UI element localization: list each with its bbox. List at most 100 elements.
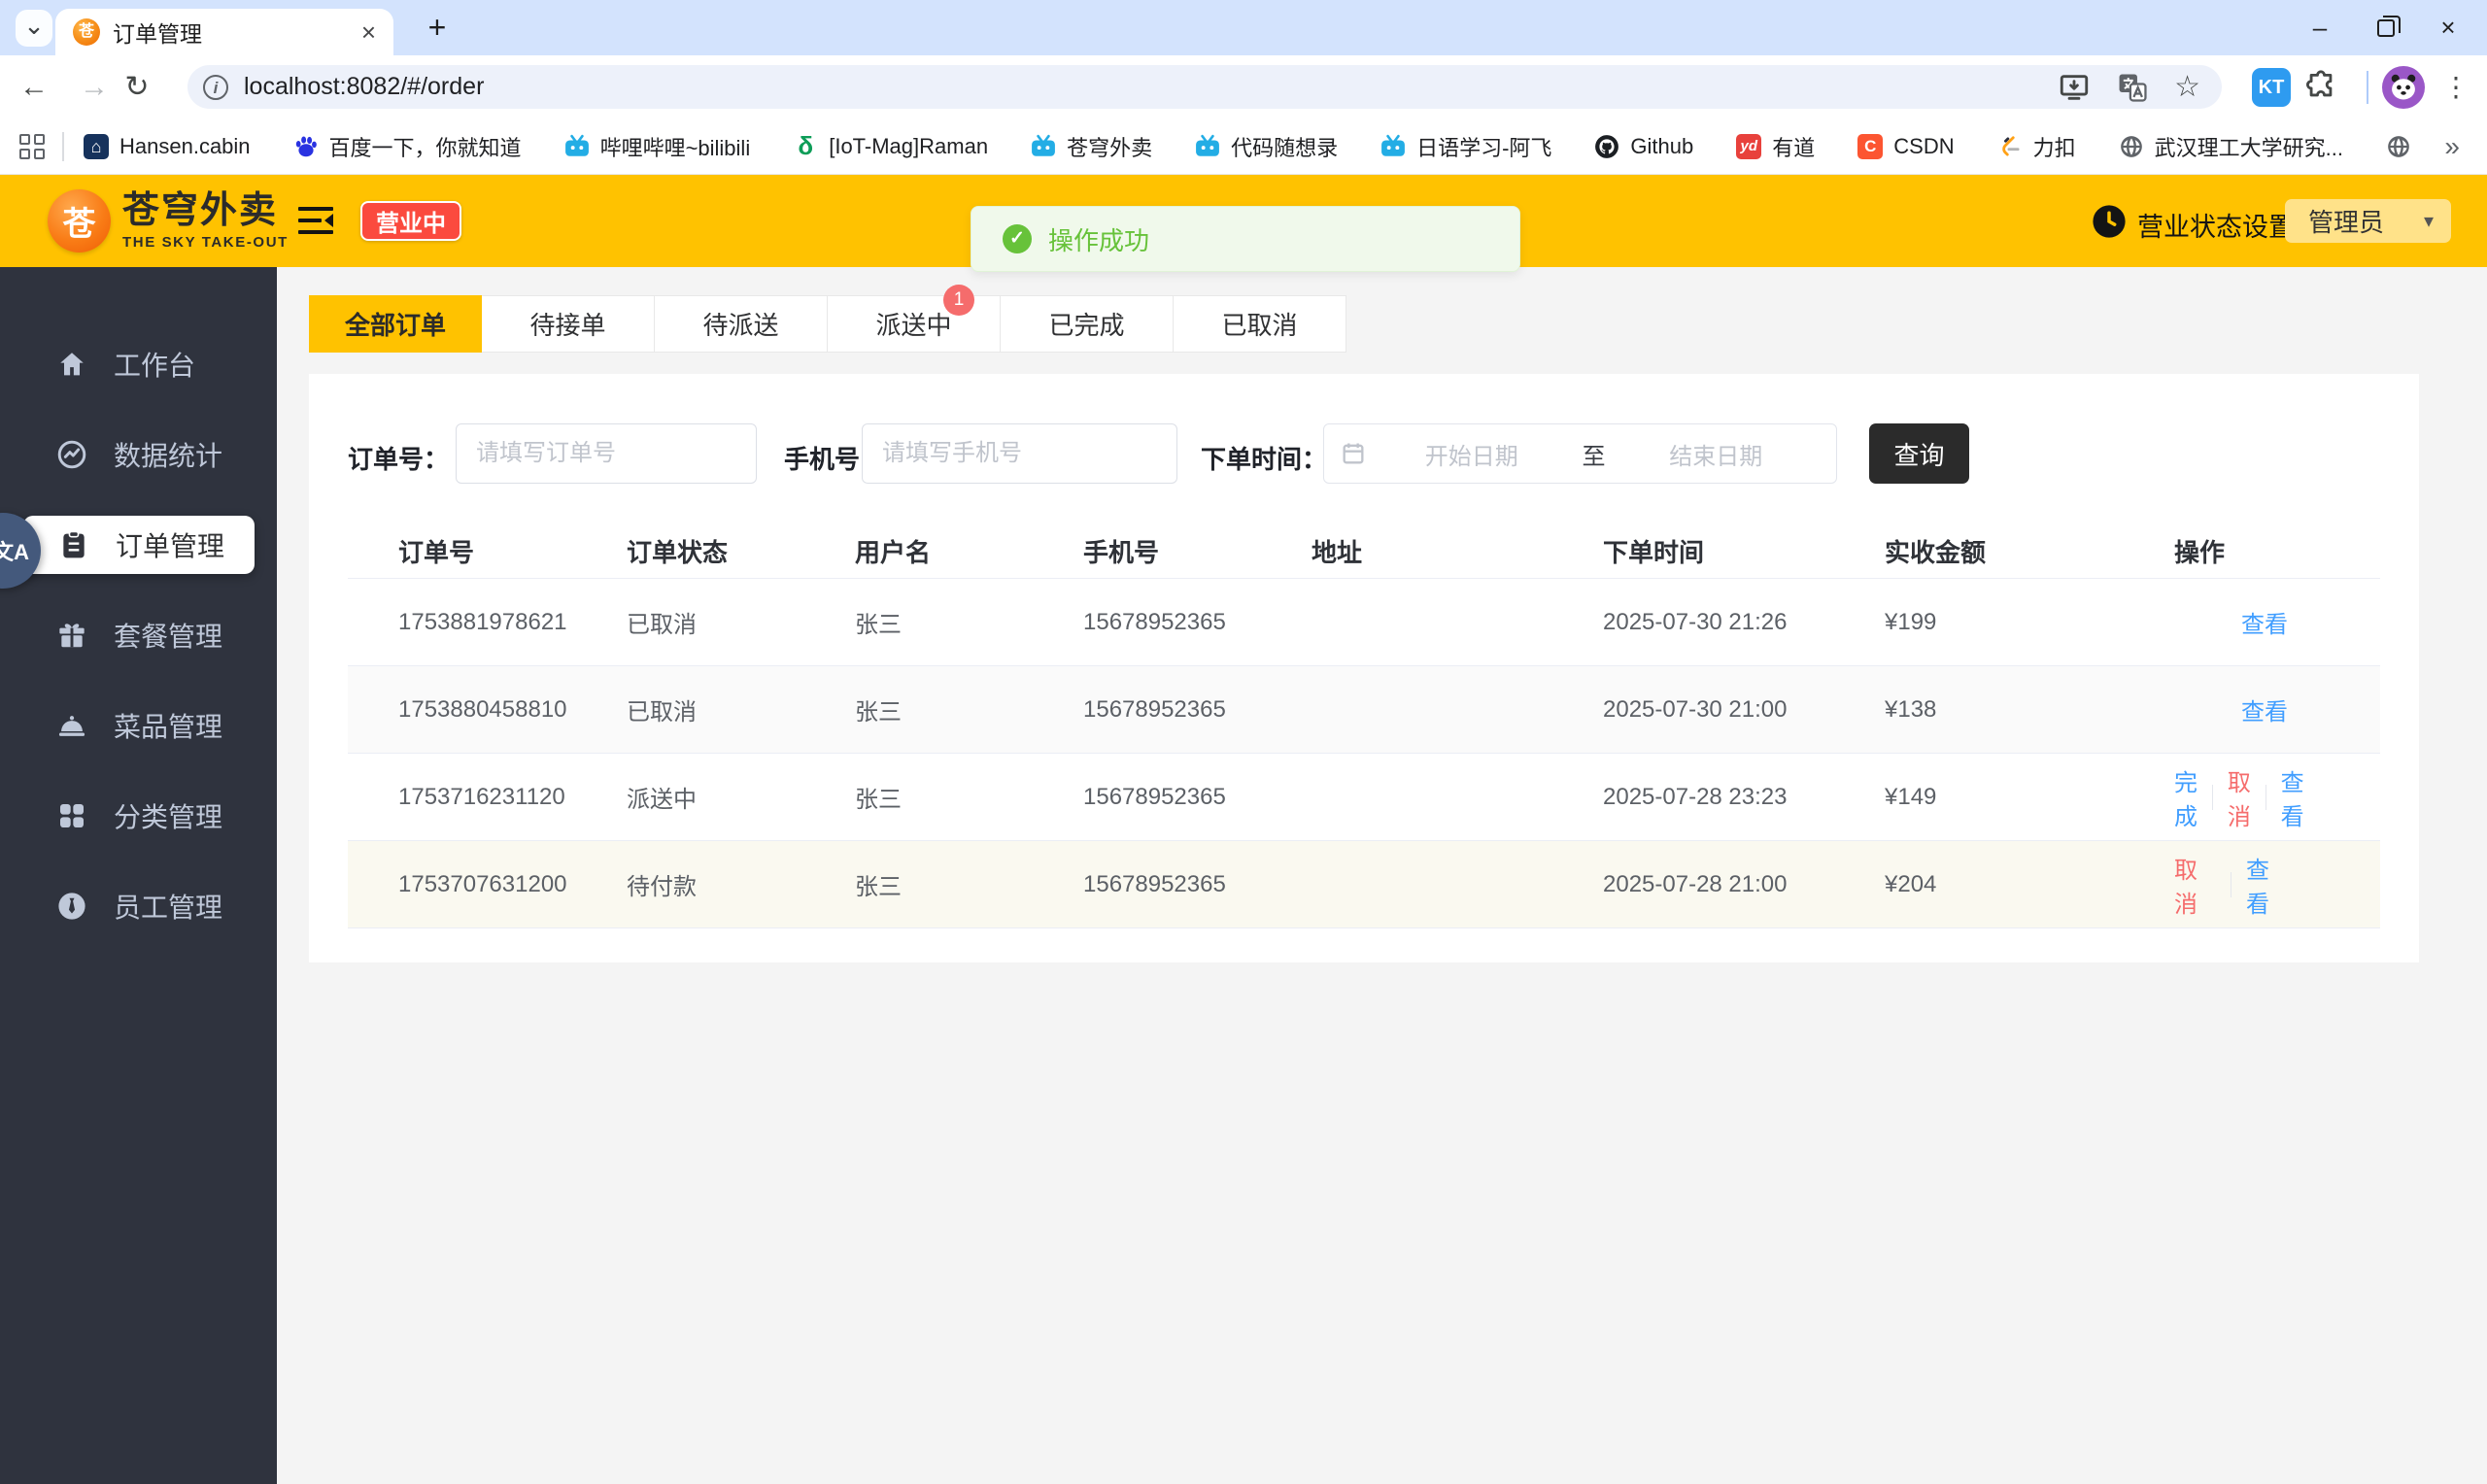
- date-range-picker[interactable]: 开始日期 至 结束日期: [1323, 423, 1837, 484]
- cell-status: 待付款: [627, 874, 697, 900]
- calendar-icon: [1343, 443, 1364, 464]
- restore-icon: [2377, 15, 2401, 37]
- cancel-order-link[interactable]: 取消: [2174, 851, 2216, 919]
- leetcode-icon: [1997, 134, 2023, 159]
- bookmark-code-notes[interactable]: 代码随想录: [1195, 131, 1338, 162]
- col-address: 地址: [1312, 537, 1363, 567]
- cell-phone: 15678952365: [1083, 870, 1226, 897]
- tab-completed[interactable]: 已完成: [1001, 295, 1174, 353]
- apps-grid-icon[interactable]: [19, 133, 45, 159]
- browser-tab[interactable]: 苍 订单管理 ×: [55, 9, 393, 55]
- success-toast: ✓ 操作成功: [971, 206, 1520, 272]
- business-status-setting[interactable]: 营业状态设置: [2137, 206, 2295, 244]
- cell-amount: ¥149: [1885, 783, 1937, 810]
- bookmark-japanese[interactable]: 日语学习-阿飞: [1380, 131, 1551, 162]
- tab-search-chevron-icon[interactable]: ⌄: [16, 10, 52, 47]
- cell-user: 张三: [855, 787, 902, 813]
- cell-user: 张三: [855, 612, 902, 638]
- bookmark-whut-grad[interactable]: 武汉理工大学研究...: [2119, 131, 2343, 162]
- search-button[interactable]: 查询: [1869, 423, 1969, 484]
- bookmark-whut-cs[interactable]: 武理计算机学院: [2386, 131, 2419, 162]
- start-date-input[interactable]: 开始日期: [1367, 437, 1577, 471]
- sidebar-item-workbench[interactable]: 工作台: [0, 335, 277, 393]
- bookmark-github[interactable]: Github: [1594, 134, 1693, 159]
- cancel-order-link[interactable]: 取消: [2228, 763, 2251, 831]
- bookmark-sky-takeout[interactable]: 苍穹外卖: [1031, 131, 1152, 162]
- back-button[interactable]: ←: [14, 67, 54, 108]
- cell-status: 派送中: [627, 787, 697, 813]
- bookmark-youdao[interactable]: yd 有道: [1736, 131, 1815, 162]
- translate-icon[interactable]: [2116, 71, 2149, 104]
- tab-all-orders[interactable]: 全部订单: [309, 295, 482, 353]
- browser-menu-kebab-icon[interactable]: ⋮: [2436, 67, 2475, 108]
- sidebar-item-dishes[interactable]: 菜品管理: [0, 696, 277, 755]
- forward-button[interactable]: →: [74, 67, 115, 108]
- end-date-input[interactable]: 结束日期: [1612, 437, 1822, 471]
- success-check-icon: ✓: [1003, 224, 1032, 253]
- phone-input[interactable]: [862, 423, 1177, 484]
- brand-logo: 苍: [48, 189, 111, 253]
- window-minimize-button[interactable]: –: [2289, 0, 2351, 55]
- dish-cloche-icon: [58, 716, 85, 736]
- window-close-button[interactable]: ×: [2417, 0, 2479, 55]
- orders-card: 订单号： 手机号： 下单时间： 开始日期 至 结束日期 查询 订单号 订单状态: [309, 374, 2419, 962]
- complete-order-link[interactable]: 完成: [2174, 763, 2197, 831]
- sidebar-item-setmeal[interactable]: 套餐管理: [0, 606, 277, 664]
- brand-block: 苍穹外卖 THE SKY TAKE-OUT: [122, 191, 289, 251]
- kt-extension-icon[interactable]: KT: [2252, 68, 2291, 107]
- bookmarks-divider: [62, 131, 64, 161]
- baidu-paw-icon: [293, 134, 319, 159]
- order-number-input[interactable]: [456, 423, 757, 484]
- bookmarks-overflow-icon[interactable]: »: [2444, 131, 2460, 162]
- cell-status: 已取消: [627, 612, 697, 638]
- window-restore-button[interactable]: [2355, 0, 2417, 55]
- bookmark-raman[interactable]: δ [IoT-Mag]Raman: [793, 131, 988, 160]
- install-app-icon[interactable]: [2058, 71, 2091, 104]
- url-text[interactable]: localhost:8082/#/order: [244, 73, 2058, 101]
- date-range-to-label: 至: [1582, 443, 1606, 470]
- sidebar-item-statistics[interactable]: 数据统计: [0, 425, 277, 484]
- sidebar-item-orders[interactable]: 订单管理: [23, 516, 255, 574]
- view-order-link[interactable]: 查看: [2241, 605, 2288, 639]
- extensions-puzzle-icon[interactable]: [2304, 69, 2337, 102]
- view-order-link[interactable]: 查看: [2241, 692, 2288, 726]
- sidebar-item-label: 分类管理: [114, 802, 223, 832]
- site-favicon-icon: 苍: [73, 18, 100, 46]
- reload-button[interactable]: ↻: [117, 67, 157, 108]
- cell-order-id: 1753881978621: [398, 608, 567, 635]
- tab-title: 订单管理: [113, 21, 202, 47]
- tab-cancelled[interactable]: 已取消: [1174, 295, 1346, 353]
- site-info-icon[interactable]: i: [203, 74, 228, 100]
- bookmark-hansen[interactable]: ⌂ Hansen.cabin: [84, 133, 251, 159]
- tab-pending-delivery[interactable]: 待派送: [655, 295, 828, 353]
- address-bar[interactable]: i localhost:8082/#/order ☆: [187, 65, 2222, 109]
- tab-pending-accept[interactable]: 待接单: [482, 295, 655, 353]
- profile-avatar[interactable]: [2382, 66, 2425, 109]
- tab-delivering[interactable]: 派送中 1: [828, 285, 1001, 353]
- bookmark-csdn[interactable]: C CSDN: [1857, 133, 1955, 159]
- toast-message: 操作成功: [1048, 225, 1150, 255]
- sidebar-item-label: 数据统计: [114, 441, 223, 471]
- sidebar-item-label: 工作台: [114, 351, 196, 381]
- cell-phone: 15678952365: [1083, 695, 1226, 723]
- bookmark-baidu[interactable]: 百度一下，你就知道: [293, 131, 522, 162]
- cell-user: 张三: [855, 874, 902, 900]
- table-row: 1753880458810 已取消 张三 15678952365 2025-07…: [348, 666, 2380, 754]
- sidebar-item-label: 套餐管理: [114, 622, 223, 652]
- view-order-link[interactable]: 查看: [2281, 763, 2304, 831]
- cell-user: 张三: [855, 699, 902, 725]
- bookmark-bilibili[interactable]: 哔哩哔哩~bilibili: [564, 131, 750, 162]
- cell-time: 2025-07-30 21:26: [1603, 608, 1788, 635]
- sidebar-collapse-icon[interactable]: [298, 207, 333, 234]
- globe-icon: [2119, 134, 2144, 159]
- tab-close-icon[interactable]: ×: [361, 19, 376, 45]
- sidebar-item-employees[interactable]: 员工管理: [0, 877, 277, 935]
- sidebar-item-categories[interactable]: 分类管理: [0, 787, 277, 845]
- bookmark-star-icon[interactable]: ☆: [2174, 71, 2200, 104]
- view-order-link[interactable]: 查看: [2246, 851, 2288, 919]
- bookmark-leetcode[interactable]: 力扣: [1997, 131, 2076, 162]
- table-row: 1753707631200 待付款 张三 15678952365 2025-07…: [348, 841, 2380, 928]
- cell-status: 已取消: [627, 699, 697, 725]
- new-tab-button[interactable]: +: [418, 8, 457, 47]
- admin-dropdown[interactable]: 管理员 ▾: [2285, 199, 2451, 243]
